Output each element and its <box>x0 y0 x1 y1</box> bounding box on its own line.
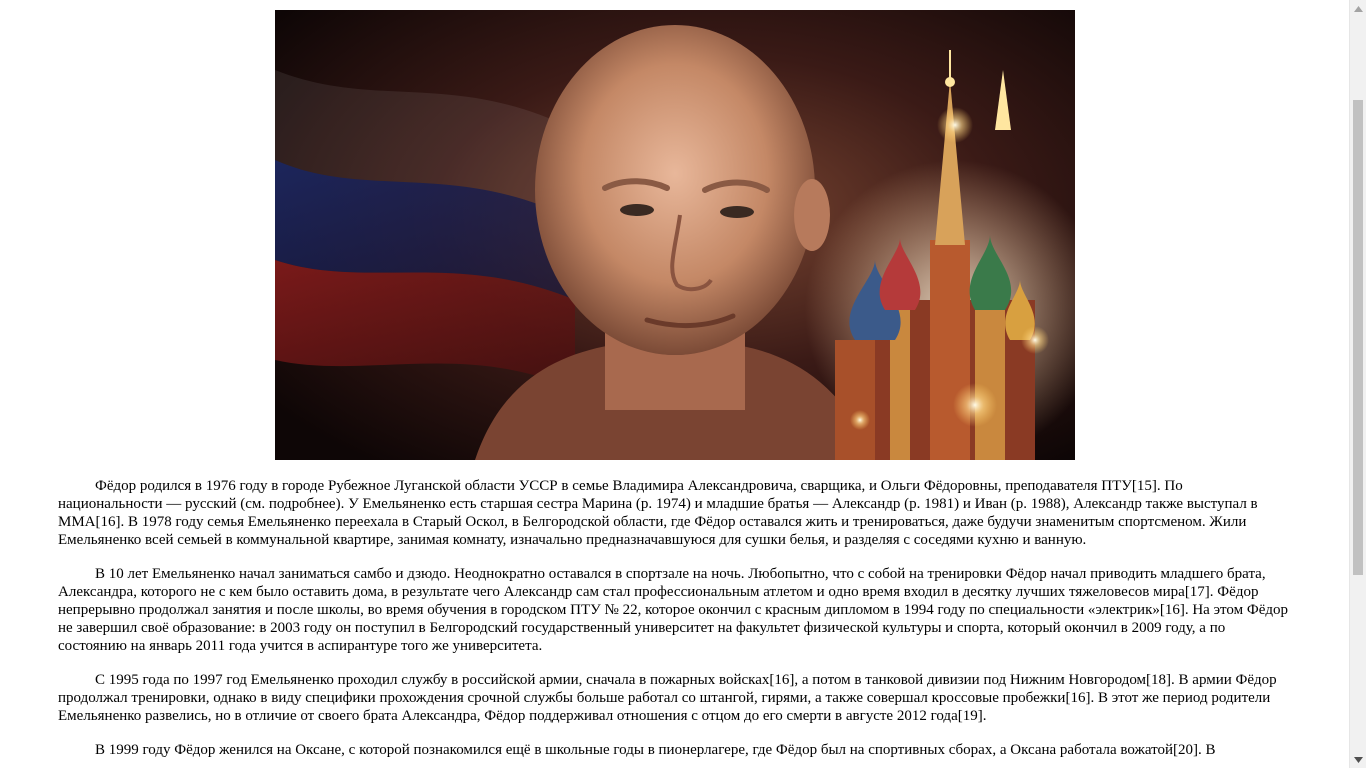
paragraph-marriage: В 1999 году Фёдор женился на Оксане, с к… <box>95 742 1216 758</box>
paragraph-sports-education: В 10 лет Емельяненко начал заниматься са… <box>58 566 1288 654</box>
page-viewport: Фёдор родился в 1976 году в городе Рубеж… <box>0 0 1349 768</box>
paragraph-childhood: Фёдор родился в 1976 году в городе Рубеж… <box>58 478 1258 548</box>
scroll-down-arrow-icon[interactable] <box>1350 751 1366 768</box>
scroll-up-arrow-icon[interactable] <box>1350 0 1366 17</box>
paragraph-army-service: С 1995 года по 1997 год Емельяненко прох… <box>58 672 1277 724</box>
scrollbar-thumb[interactable] <box>1353 100 1363 575</box>
hero-image <box>275 10 1075 460</box>
vertical-scrollbar[interactable] <box>1349 0 1366 768</box>
portrait-illustration <box>275 10 1075 460</box>
article-body: Фёдор родился в 1976 году в городе Рубеж… <box>58 477 1290 768</box>
